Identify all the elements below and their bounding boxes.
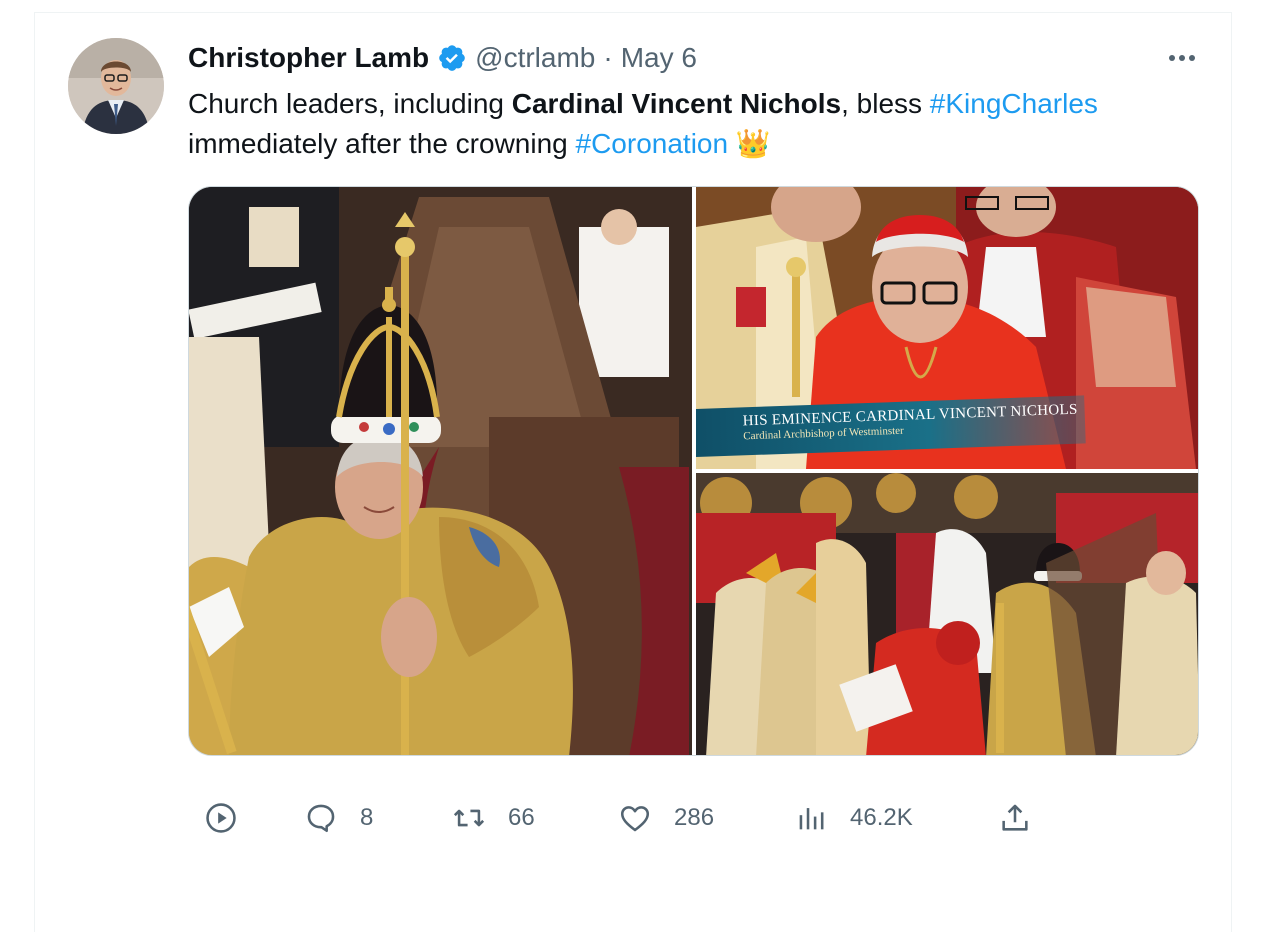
photo-king-crowned[interactable] — [189, 187, 692, 755]
photo-cardinal-nichols[interactable]: HIS EMINENCE CARDINAL VINCENT NICHOLS Ca… — [696, 187, 1198, 469]
author-name[interactable]: Christopher Lamb — [188, 42, 429, 74]
tweet-header: Christopher Lamb @ctrlamb · May 6 — [188, 40, 697, 76]
tweet-actions: 8 66 286 46.2K — [188, 796, 1048, 840]
views-count: 46.2K — [850, 804, 913, 831]
like-button[interactable]: 286 — [618, 796, 714, 840]
tweet-date[interactable]: May 6 — [621, 42, 697, 74]
verified-badge-icon — [437, 43, 467, 73]
views-icon — [799, 808, 824, 830]
photo-abbey-wide[interactable] — [696, 473, 1198, 755]
retweet-icon — [453, 809, 485, 827]
separator-dot: · — [603, 42, 613, 73]
retweet-count: 66 — [508, 804, 535, 831]
hashtag-kingcharles[interactable]: #KingCharles — [930, 88, 1098, 119]
crown-emoji: 👑 — [735, 128, 771, 159]
play-icon — [206, 803, 236, 833]
reply-button[interactable]: 8 — [304, 796, 373, 840]
views-button[interactable]: 46.2K — [794, 796, 913, 840]
text-segment: , bless — [841, 88, 930, 119]
heart-icon — [620, 806, 650, 832]
bold-mention: Cardinal Vincent Nichols — [511, 88, 842, 119]
tweet-text: Church leaders, including Cardinal Vince… — [188, 84, 1198, 164]
reply-count: 8 — [360, 804, 374, 831]
media-grid: HIS EMINENCE CARDINAL VINCENT NICHOLS Ca… — [188, 186, 1199, 756]
share-icon — [1002, 804, 1028, 831]
text-segment: immediately after the crowning — [188, 128, 576, 159]
author-handle[interactable]: @ctrlamb — [475, 42, 595, 74]
avatar[interactable] — [68, 38, 164, 134]
play-button[interactable] — [204, 796, 238, 840]
text-segment: Church leaders, including — [188, 88, 512, 119]
retweet-button[interactable]: 66 — [452, 796, 535, 840]
share-button[interactable] — [998, 796, 1032, 840]
avatar-photo — [68, 38, 164, 134]
hashtag-coronation[interactable]: #Coronation — [576, 128, 729, 159]
like-count: 286 — [674, 804, 715, 831]
more-icon[interactable] — [1160, 44, 1204, 72]
reply-icon — [307, 804, 335, 833]
